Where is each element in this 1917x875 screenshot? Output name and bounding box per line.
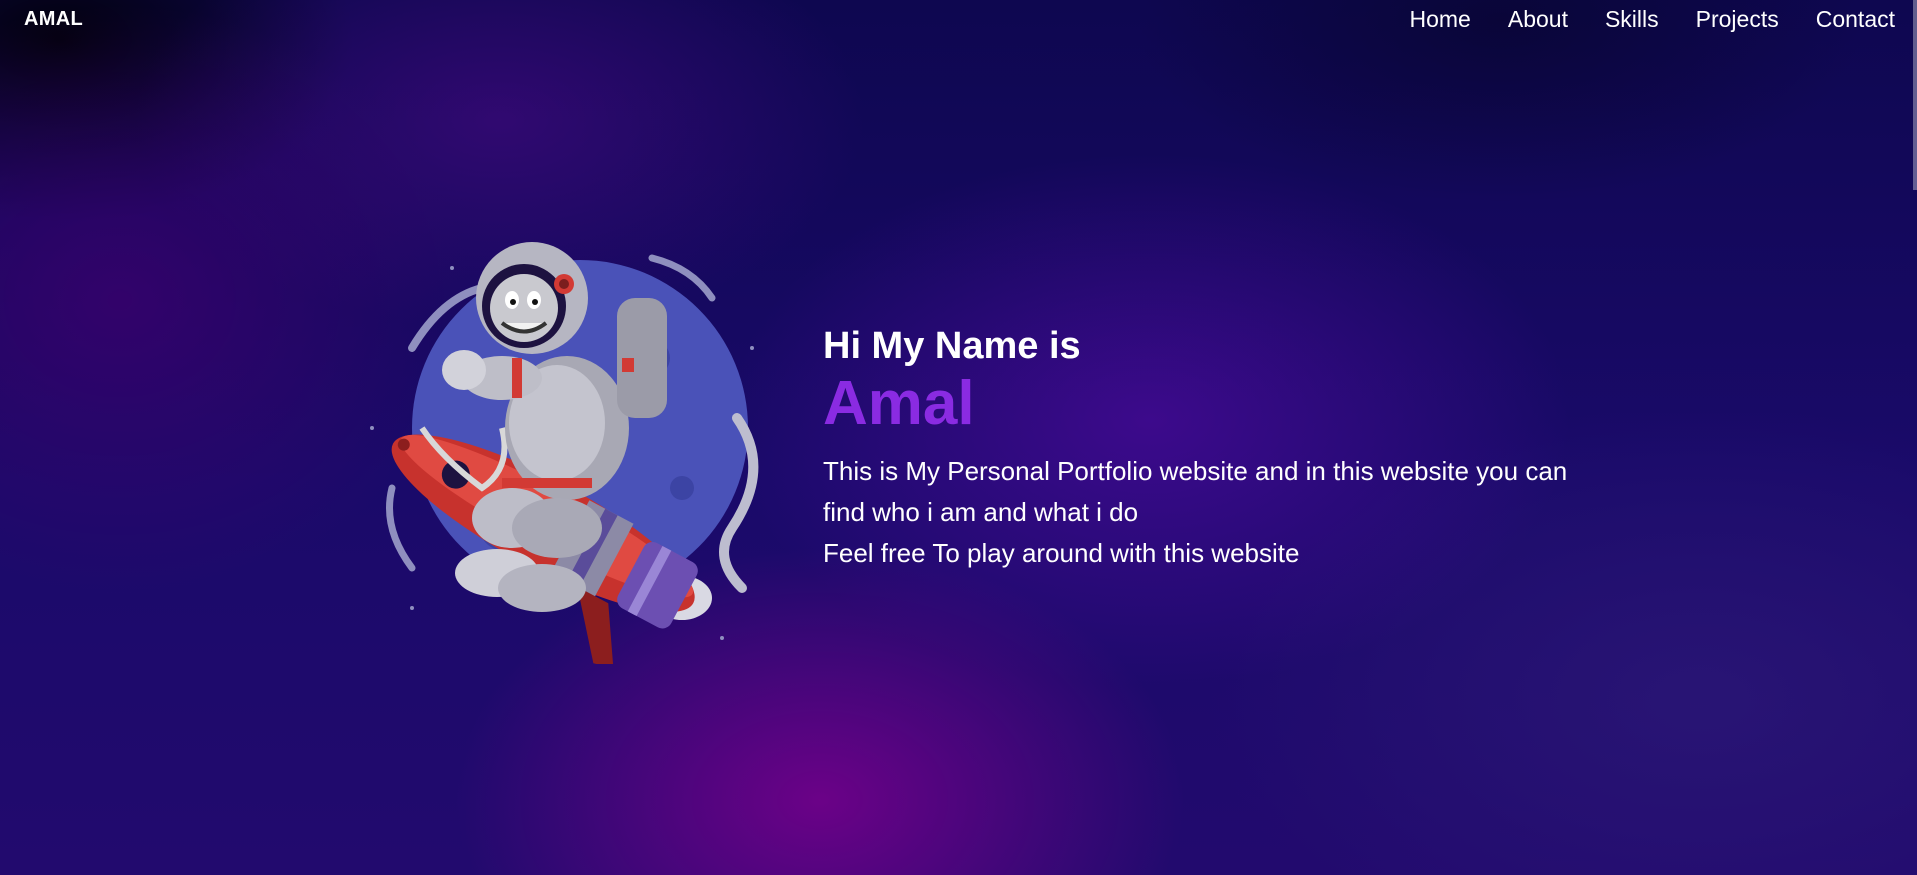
scrollbar-thumb[interactable]	[1913, 0, 1917, 190]
astronaut-rocket-image	[370, 242, 759, 664]
main-nav: Home About Skills Projects Contact	[1373, 6, 1896, 33]
hero-intro: Hi My Name is Amal This is My Personal P…	[823, 323, 1603, 574]
nav-link-about[interactable]: About	[1508, 6, 1568, 33]
hero-greeting: Hi My Name is	[823, 325, 1081, 367]
nav-link-skills[interactable]: Skills	[1605, 6, 1659, 33]
hero-description-line: Feel free To play around with this websi…	[823, 538, 1300, 568]
hero-description: This is My Personal Portfolio website an…	[823, 451, 1583, 574]
nav-link-projects[interactable]: Projects	[1696, 6, 1779, 33]
hero-description-line: This is My Personal Portfolio website an…	[823, 456, 1568, 527]
nav-link-contact[interactable]: Contact	[1816, 6, 1895, 33]
site-logo[interactable]: AMAL	[24, 8, 83, 31]
hero-name: Amal	[823, 369, 975, 438]
top-navbar: AMAL Home About Skills Projects Contact	[0, 0, 1917, 38]
nav-link-home[interactable]: Home	[1410, 6, 1471, 33]
